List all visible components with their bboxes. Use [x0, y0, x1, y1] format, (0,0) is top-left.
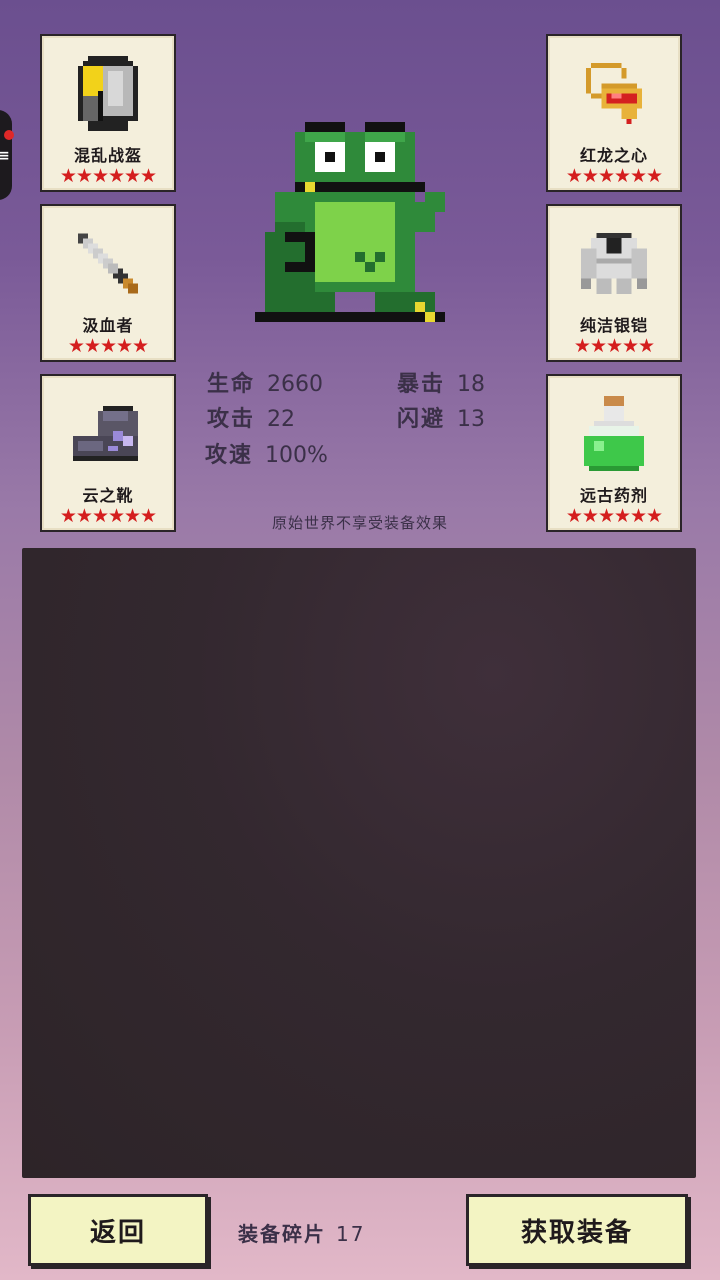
equip-name: 混乱战盔	[73, 146, 142, 165]
equip-slot-armor[interactable]: 纯洁银铠 ★★★★★	[546, 204, 682, 362]
stat-label: 攻速	[205, 443, 254, 468]
equipment-note: 原始世界不享受装备效果	[271, 514, 448, 532]
star-rating: ★★★★★	[573, 335, 655, 357]
equip-name: 汲血者	[82, 316, 134, 335]
equip-name: 红龙之心	[579, 146, 648, 165]
shards-value: 17	[336, 1222, 366, 1246]
stat-attack: 攻击 22	[207, 401, 295, 433]
equip-slot-helmet[interactable]: 混乱战盔 ★★★★★★	[40, 34, 176, 192]
stat-value: 22	[267, 407, 296, 432]
equip-slot-boots[interactable]: 云之靴 ★★★★★★	[40, 374, 176, 532]
equip-slot-amulet[interactable]: 红龙之心 ★★★★★★	[546, 34, 682, 192]
potion-icon	[548, 386, 680, 486]
stat-attack-speed: 攻速 100%	[205, 437, 328, 469]
equip-name: 远古药剂	[579, 486, 648, 505]
stat-crit: 暴击 18	[397, 366, 485, 398]
armor-icon	[548, 216, 680, 316]
amulet-icon	[548, 46, 680, 146]
get-equipment-button[interactable]: 获取装备	[466, 1194, 688, 1266]
star-rating: ★★★★★★	[59, 165, 157, 187]
shards-label: 装备碎片	[238, 1222, 326, 1246]
menu-icon: ≡	[0, 148, 10, 164]
stat-label: 攻击	[207, 407, 256, 432]
equipment-shards: 装备碎片 17	[238, 1218, 365, 1247]
stat-value: 18	[457, 372, 486, 397]
stat-value: 2660	[267, 372, 324, 397]
stat-label: 暴击	[397, 372, 446, 397]
stat-value: 13	[457, 407, 486, 432]
frog-character	[245, 112, 465, 332]
equip-name: 纯洁银铠	[579, 316, 648, 335]
side-menu-tab[interactable]: ≡	[0, 110, 14, 200]
stat-hp: 生命 2660	[207, 366, 323, 398]
boots-icon	[42, 386, 174, 486]
back-button[interactable]: 返回	[28, 1194, 208, 1266]
stat-label: 生命	[207, 372, 256, 397]
equip-slot-weapon[interactable]: 汲血者 ★★★★★	[40, 204, 176, 362]
stat-dodge: 闪避 13	[397, 401, 485, 433]
stat-label: 闪避	[397, 407, 446, 432]
equip-slot-potion[interactable]: 远古药剂 ★★★★★★	[546, 374, 682, 532]
inventory-panel[interactable]	[22, 548, 696, 1178]
dagger-icon	[42, 216, 174, 316]
star-rating: ★★★★★	[67, 335, 149, 357]
stat-value: 100%	[265, 443, 328, 468]
equip-name: 云之靴	[82, 486, 134, 505]
star-rating: ★★★★★★	[565, 165, 663, 187]
notification-dot	[4, 130, 14, 140]
helmet-icon	[42, 46, 174, 146]
